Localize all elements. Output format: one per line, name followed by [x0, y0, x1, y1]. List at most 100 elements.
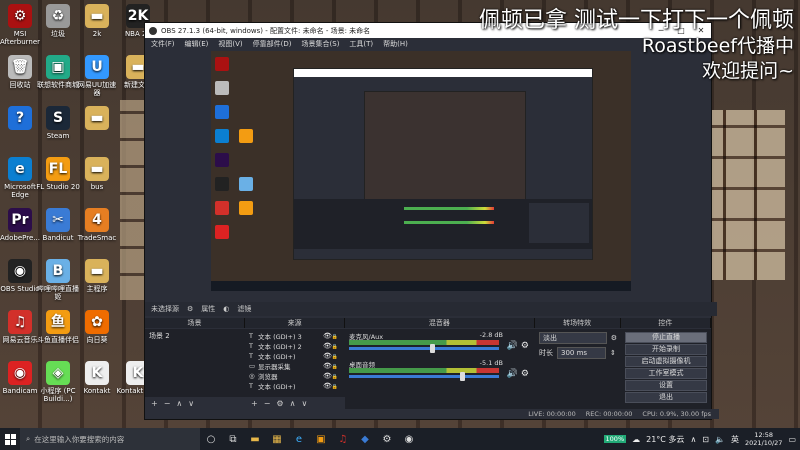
- control-button[interactable]: 启动虚拟摄像机: [625, 356, 707, 367]
- volume-icon[interactable]: 🔈: [715, 435, 725, 444]
- desktop-icon[interactable]: 4 TradeSmac: [75, 208, 119, 242]
- app-icon[interactable]: ▦: [266, 428, 288, 450]
- desktop-icon[interactable]: ▬ 2k: [75, 4, 119, 38]
- visibility-eye-icon[interactable]: 👁: [323, 362, 332, 370]
- lock-icon[interactable]: 🔒: [332, 354, 338, 360]
- network-icon[interactable]: ⊡: [702, 435, 709, 444]
- visibility-eye-icon[interactable]: 👁: [323, 382, 332, 390]
- desktop-icon[interactable]: ✂ Bandicut: [36, 208, 80, 242]
- lock-icon[interactable]: 🔒: [332, 374, 338, 380]
- menu-item[interactable]: 工具(T): [349, 39, 373, 49]
- app-icon[interactable]: ◆: [354, 428, 376, 450]
- add-source-icon[interactable]: +: [251, 399, 258, 408]
- desktop-icon[interactable]: B 哔哩哔哩直播姬: [36, 259, 80, 301]
- tray-chevron-icon[interactable]: ∧: [690, 435, 696, 444]
- battery-indicator[interactable]: 100%: [603, 435, 627, 443]
- file-explorer-icon[interactable]: ▬: [244, 428, 266, 450]
- filters-button[interactable]: 滤镜: [237, 304, 251, 314]
- source-row[interactable]: ◎ 浏览器 👁🔒: [245, 371, 345, 381]
- properties-button[interactable]: 属性: [201, 304, 215, 314]
- weather-icon[interactable]: ☁: [632, 435, 640, 444]
- transition-type-select[interactable]: 淡出: [539, 332, 607, 344]
- menu-item[interactable]: 视图(V): [218, 39, 242, 49]
- weather-text[interactable]: 21°C 多云: [646, 434, 684, 445]
- desktop-icon[interactable]: ▬ bus: [75, 157, 119, 191]
- desktop-icon[interactable]: FL FL Studio 20: [36, 157, 80, 191]
- desktop-icon[interactable]: ♻ 垃圾: [36, 4, 80, 38]
- lock-icon[interactable]: 🔒: [332, 364, 338, 370]
- move-up-icon[interactable]: ∧: [290, 399, 296, 408]
- filters-icon[interactable]: ◐: [223, 305, 229, 313]
- ime-indicator[interactable]: 英: [731, 434, 739, 445]
- windows-start-icon[interactable]: [0, 428, 20, 450]
- mixer-settings-gear-icon[interactable]: ⚙: [518, 341, 529, 351]
- desktop-icon[interactable]: ▬ 主程序: [75, 259, 119, 293]
- visibility-eye-icon[interactable]: 👁: [323, 372, 332, 380]
- taskbar-search[interactable]: ⌕ 在这里输入你要搜索的内容: [20, 428, 200, 450]
- visibility-eye-icon[interactable]: 👁: [323, 342, 332, 350]
- control-button[interactable]: 工作室模式: [625, 368, 707, 379]
- app-icon[interactable]: ▣: [310, 428, 332, 450]
- overlay-text-line-3: 欢迎提问~: [702, 60, 794, 82]
- obs-preview-canvas[interactable]: [211, 51, 631, 291]
- obs-window[interactable]: OBS 27.1.3 (64-bit, windows) - 配置文件: 未命名…: [144, 22, 719, 420]
- volume-fader-track[interactable]: [349, 375, 499, 378]
- lock-icon[interactable]: 🔒: [332, 384, 338, 390]
- notification-icon[interactable]: ▭: [788, 435, 796, 444]
- volume-fader-knob[interactable]: [459, 372, 465, 381]
- cortana-icon[interactable]: ○: [200, 428, 222, 450]
- source-row[interactable]: ▭ 显示器采集 👁🔒: [245, 361, 345, 371]
- control-button[interactable]: 设置: [625, 380, 707, 391]
- source-row[interactable]: T 文本 (GDI+) 2 👁🔒: [245, 341, 345, 351]
- clock[interactable]: 12:58 2021/10/27: [745, 431, 782, 447]
- menu-item[interactable]: 编辑(E): [185, 39, 209, 49]
- task-view-icon[interactable]: ⧉: [222, 428, 244, 450]
- source-settings-gear-icon[interactable]: ⚙: [276, 399, 283, 408]
- desktop-icon[interactable]: ▬: [75, 106, 119, 132]
- netease-music-icon[interactable]: ♫: [332, 428, 354, 450]
- move-down-icon[interactable]: ∨: [301, 399, 307, 408]
- desktop-icon[interactable]: ▣ 联想软件商城: [36, 55, 80, 89]
- edge-icon[interactable]: e: [288, 428, 310, 450]
- properties-gear-icon[interactable]: ⚙: [187, 305, 193, 313]
- lock-icon[interactable]: 🔒: [332, 344, 338, 350]
- source-row[interactable]: T 文本 (GDI+) 👁🔒: [245, 351, 345, 361]
- duration-input[interactable]: 300 ms: [557, 347, 606, 359]
- desktop-icon-label: 网易UU加速器: [77, 81, 117, 97]
- desktop-icon[interactable]: ✿ 向日葵: [75, 310, 119, 344]
- steam-icon[interactable]: ⚙: [376, 428, 398, 450]
- menu-item[interactable]: 帮助(H): [383, 39, 408, 49]
- volume-fader-knob[interactable]: [429, 344, 435, 353]
- desktop-icon[interactable]: ◈ 小程序 (PC Buildi...): [36, 361, 80, 403]
- obs-taskbar-icon[interactable]: ◉: [398, 428, 420, 450]
- lock-icon[interactable]: 🔒: [332, 334, 338, 340]
- control-button[interactable]: 停止直播: [625, 332, 707, 343]
- move-up-icon[interactable]: ∧: [176, 399, 182, 408]
- visibility-eye-icon[interactable]: 👁: [323, 352, 332, 360]
- mute-speaker-icon[interactable]: 🔊: [507, 369, 518, 379]
- preview-desktop-icon: [215, 177, 229, 191]
- desktop-icon[interactable]: S Steam: [36, 106, 80, 140]
- source-row[interactable]: T 文本 (GDI+) 👁🔒: [245, 381, 345, 391]
- remove-scene-icon[interactable]: −: [164, 399, 171, 408]
- remove-source-icon[interactable]: −: [264, 399, 271, 408]
- control-button[interactable]: 开始录制: [625, 344, 707, 355]
- control-button[interactable]: 退出: [625, 392, 707, 403]
- source-label: 浏览器: [258, 373, 278, 381]
- volume-fader-track[interactable]: [349, 347, 499, 350]
- menu-item[interactable]: 场景集合(S): [302, 39, 340, 49]
- source-row[interactable]: T 文本 (GDI+) 3 👁🔒: [245, 331, 345, 341]
- transition-settings-gear-icon[interactable]: ⚙: [611, 334, 617, 342]
- mute-speaker-icon[interactable]: 🔊: [507, 341, 518, 351]
- desktop-icon[interactable]: U 网易UU加速器: [75, 55, 119, 97]
- menu-item[interactable]: 停靠部件(D): [253, 39, 292, 49]
- visibility-eye-icon[interactable]: 👁: [323, 332, 332, 340]
- mixer-settings-gear-icon[interactable]: ⚙: [518, 369, 529, 379]
- desktop-icon[interactable]: K Kontakt: [75, 361, 119, 395]
- desktop-icon[interactable]: 鱼斗鱼直播伴侣: [36, 310, 80, 344]
- menu-item[interactable]: 文件(F): [151, 39, 175, 49]
- scene-item[interactable]: 场景 2: [145, 329, 245, 343]
- add-scene-icon[interactable]: +: [151, 399, 158, 408]
- duration-stepper-icon[interactable]: ⇕: [610, 349, 616, 357]
- move-down-icon[interactable]: ∨: [188, 399, 194, 408]
